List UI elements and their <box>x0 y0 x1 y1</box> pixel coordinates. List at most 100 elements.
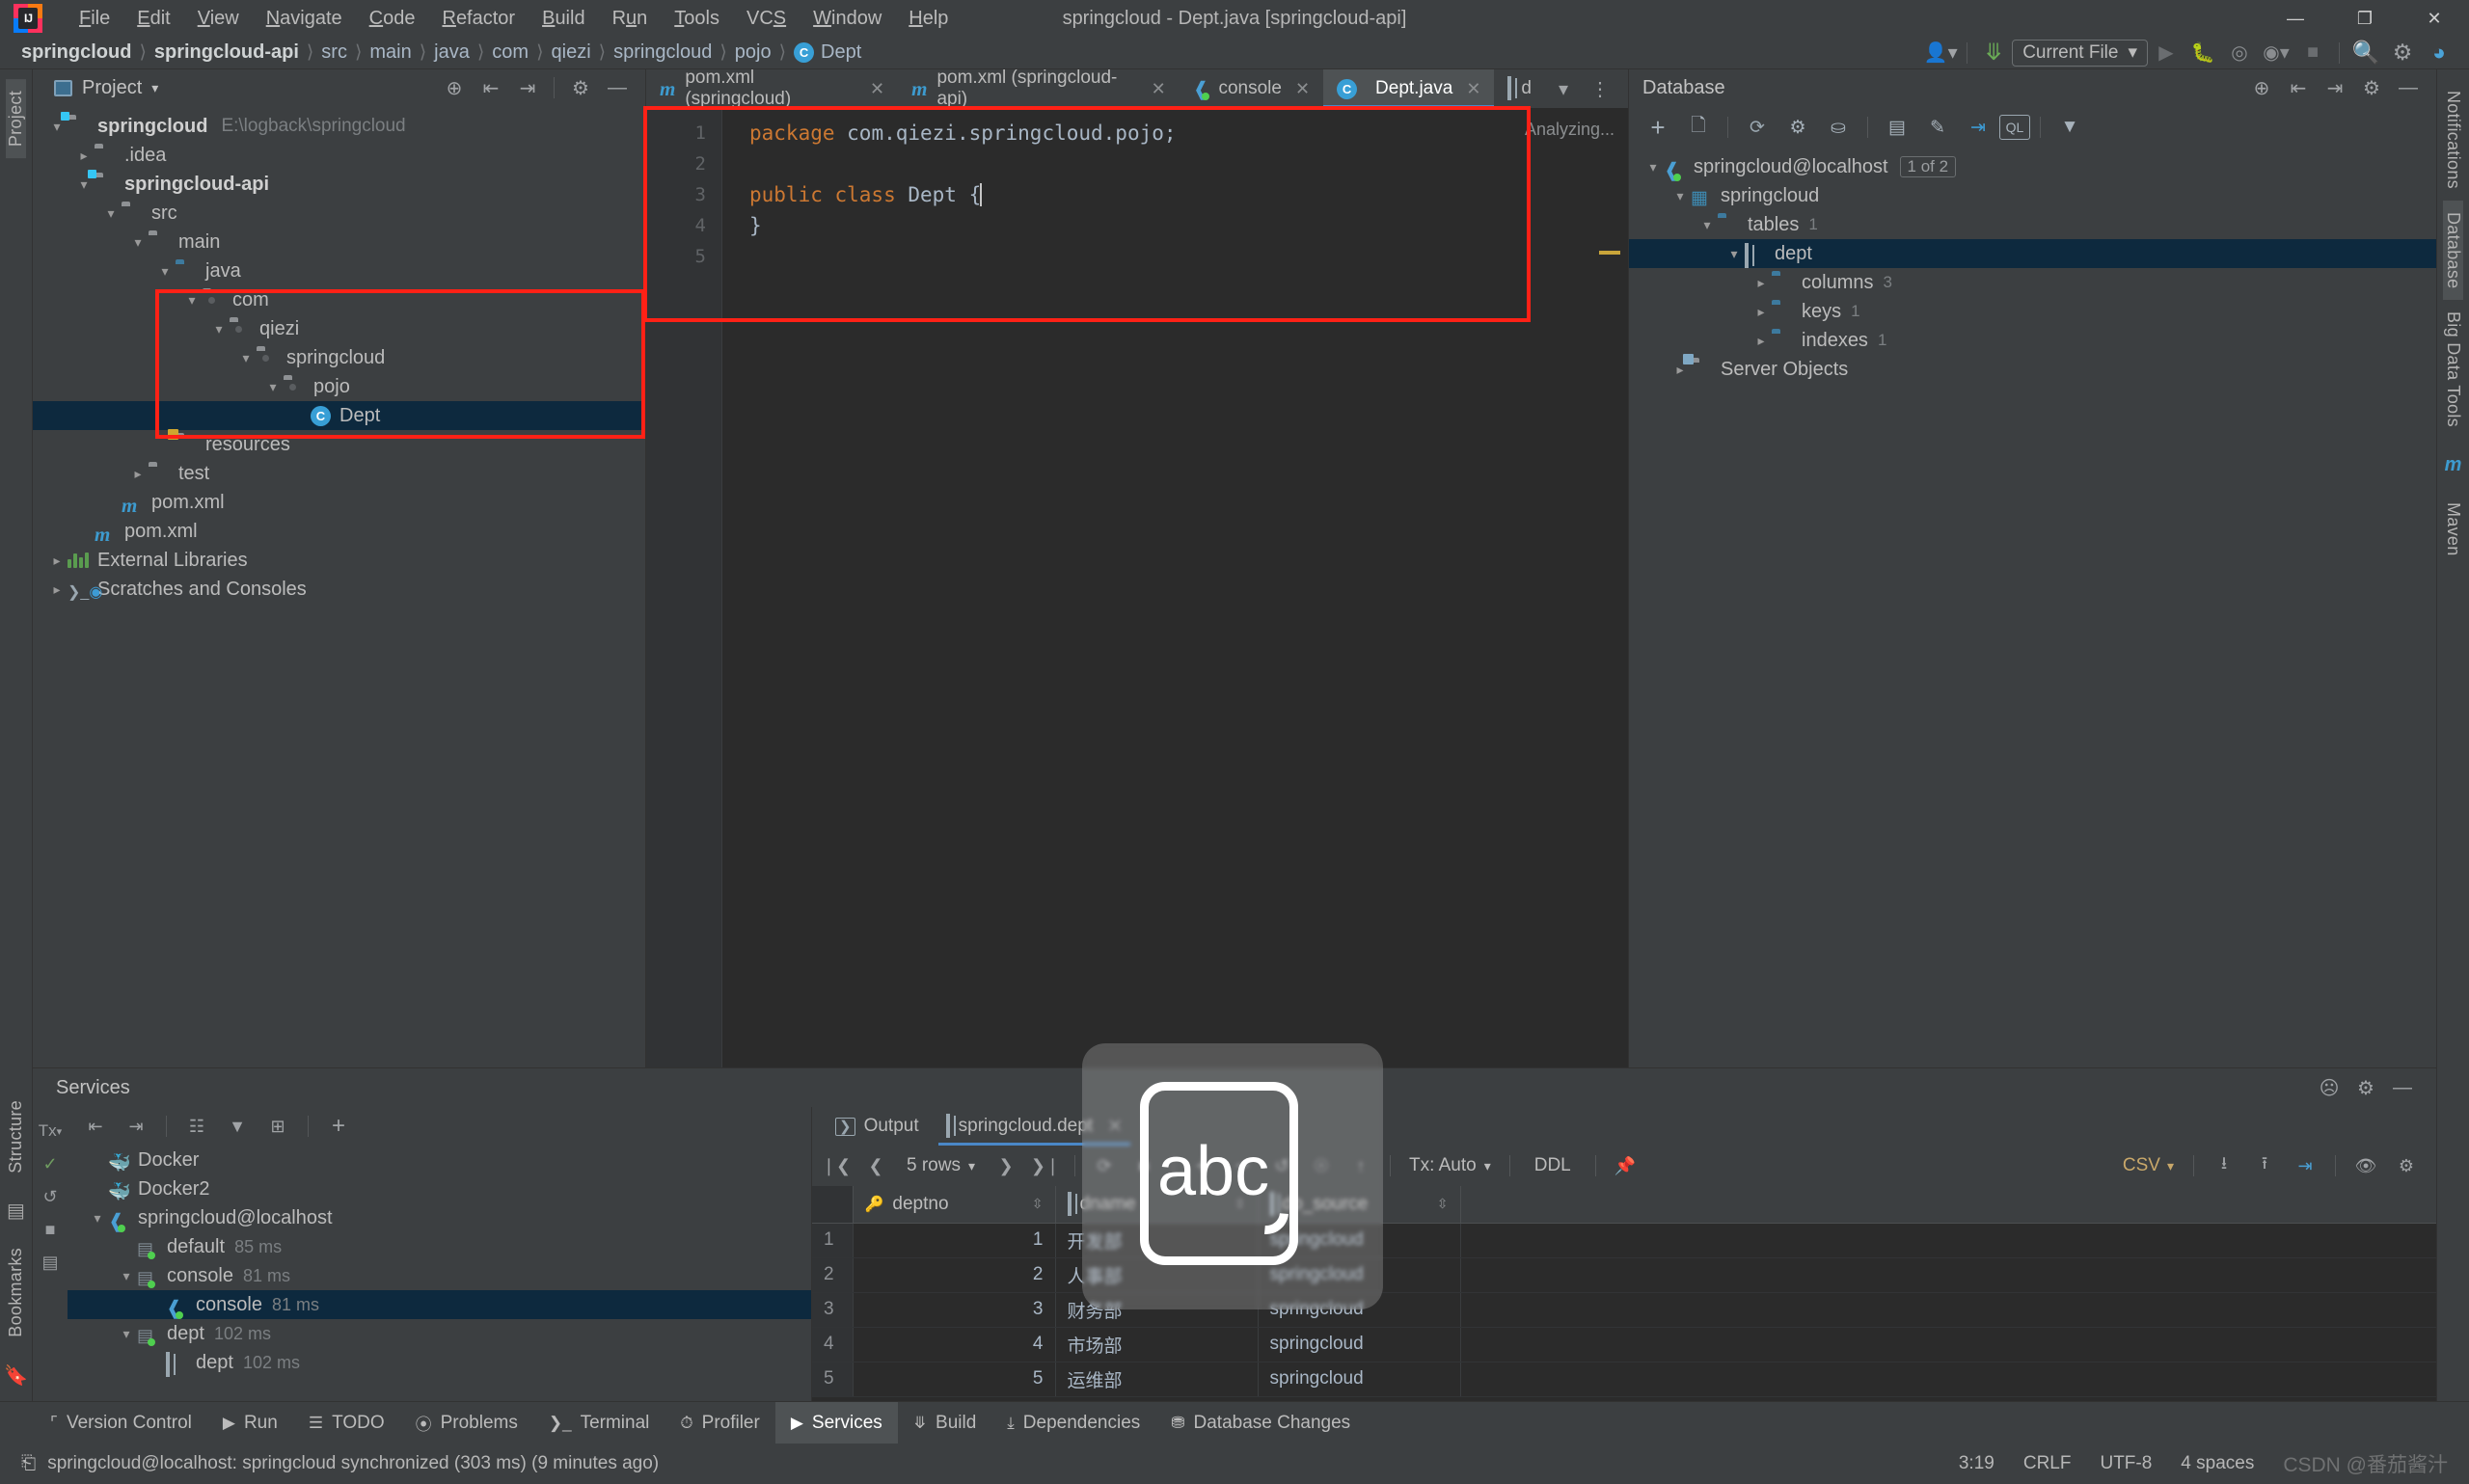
expand-arrow-icon[interactable]: ▾ <box>100 205 122 222</box>
profile-icon[interactable]: ◉▾ <box>2258 39 2294 67</box>
run-configuration-selector[interactable]: Current File ▾ <box>2012 40 2148 67</box>
menu-window[interactable]: Window <box>800 4 895 34</box>
expand-arrow-icon[interactable]: ▾ <box>127 234 149 251</box>
minimize-button[interactable]: — <box>2261 0 2330 37</box>
editor-tab[interactable]: mpom.xml (springcloud)✕ <box>646 69 898 108</box>
services-tree-row[interactable]: 🐳Docker2 <box>68 1174 811 1203</box>
expand-all-icon[interactable]: ⇤ <box>473 73 509 102</box>
database-tree-row[interactable]: ▸columns3 <box>1629 268 2436 297</box>
collapse-arrow-icon[interactable]: ▸ <box>46 581 68 598</box>
breadcrumb-item-2[interactable]: src <box>315 40 353 66</box>
stop-icon[interactable]: ■ <box>2294 39 2331 67</box>
breadcrumb-item-1[interactable]: springcloud-api <box>149 40 305 66</box>
run-sql-icon[interactable]: ⚙ <box>1778 111 1817 144</box>
expand-arrow-icon[interactable]: ▾ <box>235 350 257 366</box>
project-tree[interactable]: ▾springcloudE:\logback\springcloud▸.idea… <box>33 106 645 1067</box>
jump-to-console-icon[interactable]: ⇥ <box>1959 111 1997 144</box>
close-tab-icon[interactable]: ✕ <box>1295 79 1310 99</box>
ddl-button[interactable]: DDL <box>1521 1155 1585 1176</box>
export-format-selector[interactable]: CSV ▾ <box>2115 1155 2182 1176</box>
view-options-icon[interactable]: 👁 <box>2347 1150 2384 1181</box>
expand-arrow-icon[interactable]: ▾ <box>116 1268 137 1284</box>
line-separator[interactable]: CRLF <box>2023 1453 2072 1474</box>
table-row[interactable]: 11开发部springcloud <box>812 1223 2436 1257</box>
project-tool-title[interactable]: Project ▾ <box>54 77 158 99</box>
settings-icon[interactable]: ⚙ <box>2388 1150 2425 1181</box>
user-icon[interactable]: 👤▾ <box>1922 39 1959 67</box>
database-tree-row[interactable]: ▸keys1 <box>1629 297 2436 326</box>
file-encoding[interactable]: UTF-8 <box>2100 1453 2152 1474</box>
project-tree-row[interactable]: ▸test <box>33 459 645 488</box>
database-tree-row[interactable]: ▸Server Objects <box>1629 355 2436 384</box>
row-count-selector[interactable]: 5 rows ▾ <box>897 1155 985 1176</box>
breadcrumb-item-8[interactable]: pojo <box>729 40 777 66</box>
layout-icon[interactable]: ▤ <box>37 1246 64 1279</box>
bottom-tab-database-changes[interactable]: ⛃Database Changes <box>1155 1402 1366 1444</box>
expand-arrow-icon[interactable]: ▾ <box>154 263 176 280</box>
bottom-tab-profiler[interactable]: ⏱Profiler <box>665 1402 774 1444</box>
menu-vcs[interactable]: VCS <box>733 4 800 34</box>
editor-tab[interactable]: CDept.java✕ <box>1323 69 1494 108</box>
code-editor[interactable]: 12345 package com.qiezi.springcloud.pojo… <box>646 108 1628 1067</box>
collapse-arrow-icon[interactable]: ▸ <box>127 466 149 482</box>
project-tree-row[interactable]: ▾java <box>33 256 645 285</box>
menu-view[interactable]: View <box>184 4 253 34</box>
download-icon[interactable]: ⭳ <box>2206 1150 2242 1181</box>
database-tree-row[interactable]: ▸indexes1 <box>1629 326 2436 355</box>
expand-all-icon[interactable]: ⇤ <box>2280 73 2317 102</box>
maximize-button[interactable]: ❐ <box>2330 0 2400 37</box>
project-tree-row[interactable]: ▾src <box>33 199 645 228</box>
add-icon[interactable]: + <box>1639 111 1677 144</box>
code-line[interactable] <box>749 148 1628 179</box>
services-tree-row[interactable]: ▾❰springcloud@localhost <box>68 1203 811 1232</box>
debug-icon[interactable]: 🐛 <box>2184 39 2221 67</box>
expand-arrow-icon[interactable]: ▾ <box>1723 246 1745 262</box>
settings-icon[interactable]: ⚙ <box>562 73 599 102</box>
cell-dname[interactable]: 市场部 <box>1055 1327 1258 1362</box>
sidebar-item-notifications[interactable]: Notifications <box>2443 79 2463 201</box>
project-tree-row[interactable]: ▸❯_◉Scratches and Consoles <box>33 575 645 604</box>
collapse-arrow-icon[interactable]: ▸ <box>46 553 68 569</box>
menu-help[interactable]: Help <box>895 4 962 34</box>
result-tab[interactable]: ❯Output <box>822 1107 933 1146</box>
expand-arrow-icon[interactable]: ▾ <box>262 379 284 395</box>
table-row[interactable]: 22人事部springcloud <box>812 1257 2436 1292</box>
breadcrumb-item-4[interactable]: java <box>428 40 475 66</box>
code-line[interactable] <box>749 241 1628 272</box>
refresh-icon[interactable]: ⟳ <box>1738 111 1777 144</box>
breadcrumb-item-6[interactable]: qiezi <box>546 40 597 66</box>
settings-icon[interactable]: ⚙ <box>2384 39 2421 67</box>
services-tree-row[interactable]: ▤default85 ms <box>68 1232 811 1261</box>
help-icon[interactable]: ☹ <box>2311 1073 2347 1102</box>
bottom-tab-problems[interactable]: ⦿Problems <box>400 1402 533 1444</box>
sort-icon[interactable]: ⇳ <box>1437 1196 1449 1212</box>
bottom-tab-dependencies[interactable]: ⤓Dependencies <box>991 1402 1155 1444</box>
cell-deptno[interactable]: 3 <box>853 1292 1055 1327</box>
project-tree-row[interactable]: ▸External Libraries <box>33 546 645 575</box>
sidebar-item-database[interactable]: Database <box>2443 201 2463 300</box>
tab-list-icon[interactable]: ▾ <box>1545 74 1582 103</box>
project-tree-row[interactable]: ▸.idea <box>33 141 645 170</box>
cell-deptno[interactable]: 4 <box>853 1327 1055 1362</box>
expand-arrow-icon[interactable]: ▾ <box>1669 188 1691 204</box>
database-tree-row[interactable]: ▾❰springcloud@localhost1 of 2 <box>1629 152 2436 181</box>
ql-icon[interactable]: QL <box>1999 115 2030 140</box>
cell-db-source[interactable]: springcloud <box>1258 1362 1460 1396</box>
expand-arrow-icon[interactable]: ▾ <box>208 321 230 337</box>
add-icon[interactable]: + <box>320 1111 357 1142</box>
code-content[interactable]: package com.qiezi.springcloud.pojo; publ… <box>721 108 1628 1067</box>
sidebar-item-maven[interactable]: Maven <box>2443 491 2463 568</box>
bottom-tab-version-control[interactable]: ⌜Version Control <box>35 1402 207 1444</box>
bottom-tab-services[interactable]: ▶Services <box>775 1402 898 1444</box>
project-tree-row[interactable]: ▾pojo <box>33 372 645 401</box>
collapse-arrow-icon[interactable]: ▸ <box>1750 304 1772 320</box>
locate-icon[interactable]: ⊕ <box>2243 73 2280 102</box>
pin-icon[interactable]: 📌 <box>1607 1150 1643 1181</box>
code-line[interactable]: public class Dept { <box>749 179 1628 210</box>
breadcrumb-item-0[interactable]: springcloud <box>15 40 137 66</box>
rollback-icon[interactable]: ↺ <box>37 1180 64 1213</box>
expand-arrow-icon[interactable]: ▾ <box>87 1210 108 1227</box>
cell-deptno[interactable]: 5 <box>853 1362 1055 1396</box>
project-tree-row[interactable]: ▾main <box>33 228 645 256</box>
cell-deptno[interactable]: 1 <box>853 1223 1055 1257</box>
